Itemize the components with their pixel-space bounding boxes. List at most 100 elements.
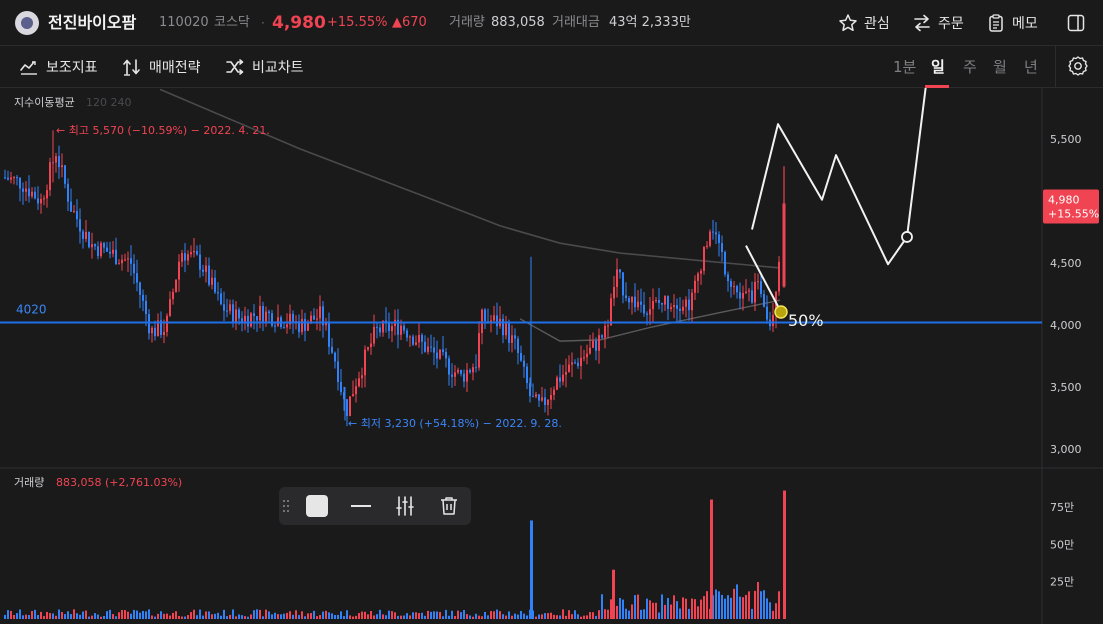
strategy-button[interactable]: 매매전략: [122, 53, 201, 81]
candle-body: [709, 231, 711, 246]
candle-body: [772, 314, 774, 327]
compare-button[interactable]: 비교차트: [225, 53, 304, 81]
volume-bar: [10, 610, 12, 619]
volume-bar: [577, 614, 579, 619]
volume-bar: [589, 612, 591, 619]
volume-bar: [259, 609, 261, 619]
volume-bar: [115, 616, 117, 619]
candle-body: [25, 188, 27, 192]
volume-bar: [565, 615, 567, 619]
volume-pane-title: 거래량: [14, 476, 44, 489]
volume-bar: [739, 596, 741, 619]
candle-body: [178, 261, 180, 280]
candle-body: [133, 263, 135, 274]
candle-body: [685, 299, 687, 307]
volume-bar: [313, 610, 315, 619]
volume-bar: [130, 613, 132, 619]
star-icon: [839, 14, 857, 32]
volume-bar: [208, 611, 210, 619]
period-month[interactable]: 월: [993, 53, 1007, 81]
favorite-button[interactable]: 관심: [838, 9, 890, 37]
candle-body: [196, 250, 198, 255]
candle-body: [61, 165, 63, 168]
period-week[interactable]: 주: [963, 53, 977, 81]
volume-pane-value: 883,058 (+2,761.03%): [56, 476, 182, 489]
fill-color-button[interactable]: [305, 494, 329, 518]
volume-bar: [475, 613, 477, 619]
candle-body: [118, 263, 120, 265]
volume-label: 거래량: [449, 15, 485, 30]
candle-body: [376, 326, 378, 328]
volume-bar: [358, 613, 360, 619]
candle-body: [325, 323, 327, 326]
volume-bar: [748, 591, 750, 619]
volume-bar: [394, 612, 396, 619]
drawing-end-handle[interactable]: [901, 231, 913, 243]
candle-body: [388, 322, 390, 332]
adjust-button[interactable]: [393, 494, 417, 518]
candle-body: [172, 291, 174, 300]
drag-handle[interactable]: [279, 494, 293, 518]
stock-name[interactable]: 전진바이오팜: [48, 0, 136, 46]
delete-drawing-button[interactable]: [437, 494, 461, 518]
volume-bar: [187, 615, 189, 619]
candle-body: [265, 311, 267, 323]
period-minute[interactable]: 1분: [893, 53, 916, 81]
volume-bar: [766, 598, 768, 619]
indicator-button[interactable]: 보조지표: [19, 53, 98, 81]
candle-body: [562, 374, 564, 382]
candle-body: [391, 326, 393, 332]
chart-settings-button[interactable]: [1067, 55, 1089, 77]
candle-body: [355, 386, 357, 395]
memo-button[interactable]: 메모: [986, 9, 1038, 37]
volume-bar: [160, 611, 162, 619]
candle-body: [415, 342, 417, 345]
volume-tick-label: 50만: [1050, 538, 1074, 551]
candle-body: [676, 305, 678, 309]
volume-bar: [67, 611, 69, 619]
period-day[interactable]: 일: [931, 53, 945, 81]
candle-body: [199, 254, 201, 270]
drawing-mid-handle[interactable]: [774, 305, 788, 319]
volume-bar: [106, 611, 108, 619]
line-style-button[interactable]: [349, 494, 373, 518]
candle-body: [220, 293, 222, 305]
price-chart[interactable]: 4020 50% 지수이동평균 120 240 ← 최고 5,570 (−10.…: [0, 88, 1103, 624]
volume-bar: [427, 610, 429, 619]
volume-bar: [634, 595, 636, 619]
candle-body: [223, 304, 225, 311]
order-button[interactable]: 주문: [912, 9, 964, 37]
volume-bar: [379, 609, 381, 619]
candle-body: [613, 286, 615, 299]
volume-bar: [508, 611, 510, 619]
volume-bar: [289, 611, 291, 619]
candle-body: [163, 331, 165, 335]
candle-body: [748, 290, 750, 292]
volume-bar: [241, 615, 243, 619]
trade-amount-label: 거래대금: [552, 15, 600, 30]
volume-bar: [637, 594, 639, 619]
candle-body: [262, 305, 264, 323]
volume-bar: [301, 611, 303, 619]
candle-body: [712, 231, 714, 233]
candle-body: [550, 395, 552, 400]
drawing-toolbar[interactable]: [279, 487, 471, 525]
volume-bar: [736, 584, 738, 619]
candle-body: [649, 309, 651, 315]
panel-toggle-button[interactable]: [1066, 9, 1086, 37]
candle-body: [532, 396, 534, 398]
candle-body: [364, 349, 366, 376]
candle-body: [49, 162, 51, 191]
volume-bar: [424, 615, 426, 619]
candle-body: [418, 334, 420, 343]
candle-body: [37, 198, 39, 204]
volume-bar: [601, 594, 603, 619]
candle-body: [232, 304, 234, 323]
volume-bar: [598, 610, 600, 619]
candle-body: [121, 259, 123, 264]
candle-body: [535, 394, 537, 397]
volume-bar: [607, 609, 609, 619]
volume-bar: [460, 612, 462, 619]
period-year[interactable]: 년: [1024, 53, 1038, 81]
volume-bar: [676, 601, 678, 619]
